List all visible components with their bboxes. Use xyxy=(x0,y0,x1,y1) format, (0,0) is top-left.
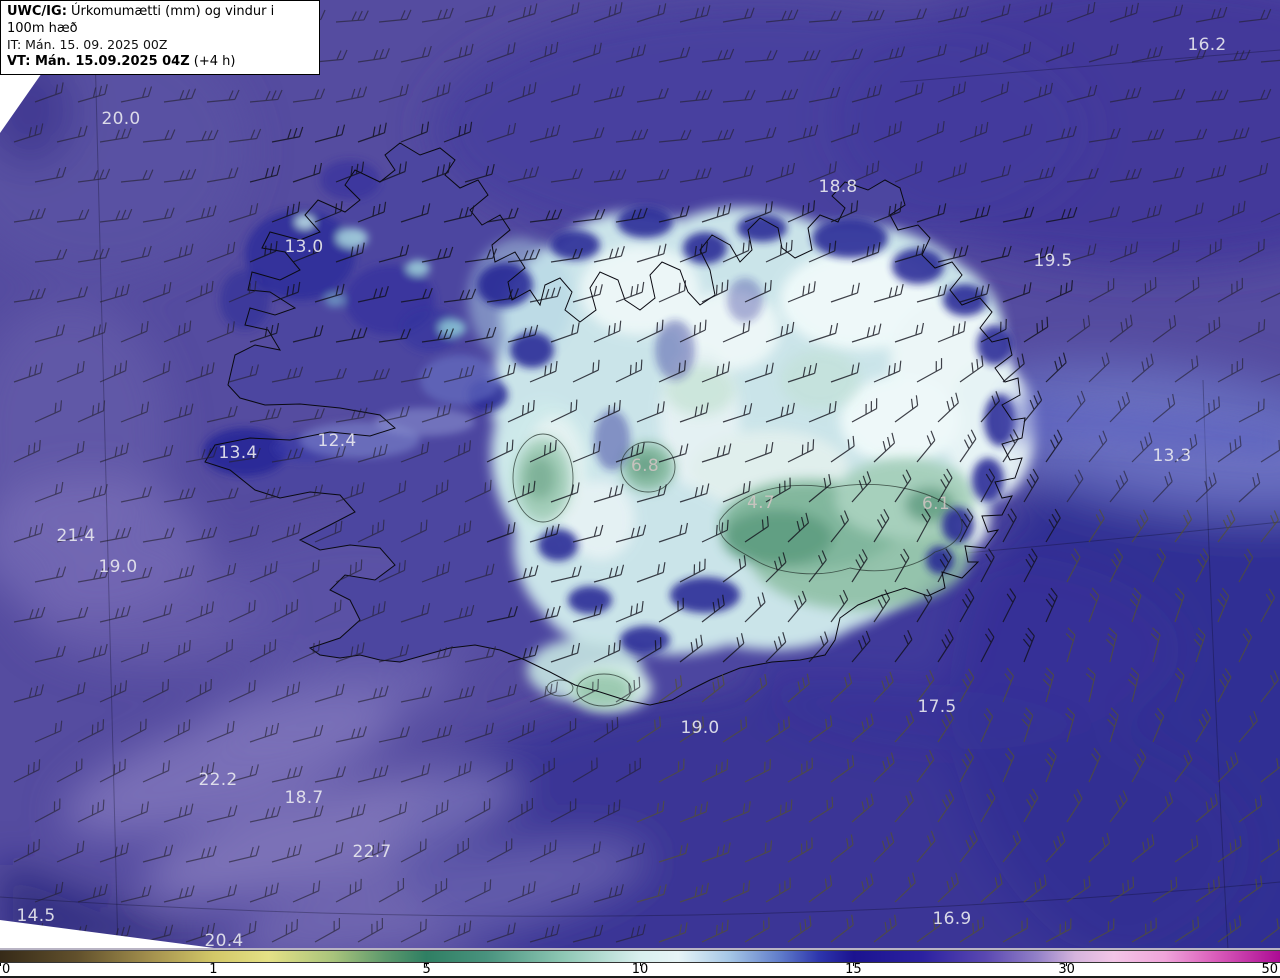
map-value-label: 16.2 xyxy=(1187,35,1227,55)
colorbar-tickmark xyxy=(212,963,214,966)
map-value-label: 19.0 xyxy=(680,718,720,738)
map-value-label: 22.7 xyxy=(352,842,392,862)
map-value-label: 14.5 xyxy=(16,906,56,926)
colorbar-tick-50: 50 xyxy=(1261,962,1278,977)
map-value-label: 20.0 xyxy=(101,109,141,129)
map-value-label: 13.4 xyxy=(218,443,258,463)
colorbar-tickmark xyxy=(0,963,1,966)
colorbar-tickmark xyxy=(852,963,854,966)
colorbar: 0 1 5 10 15 30 50 xyxy=(0,948,1280,978)
map-value-label: 4.7 xyxy=(747,493,775,513)
product-title: UWC/IG: Úrkomumætti (mm) og vindur i 100… xyxy=(7,4,275,36)
colorbar-tick-labels: 0 1 5 10 15 30 50 xyxy=(0,963,1280,978)
colorbar-tickmark xyxy=(426,963,428,966)
title-box: UWC/IG: Úrkomumætti (mm) og vindur i 100… xyxy=(0,0,320,75)
map-value-label: 13.3 xyxy=(1152,446,1192,466)
map-value-label: 16.9 xyxy=(932,909,972,929)
map-value-label: 19.5 xyxy=(1033,251,1073,271)
map-value-label: 21.4 xyxy=(56,526,96,546)
map-value-label: 19.0 xyxy=(98,557,138,577)
map-value-label: 6.1 xyxy=(922,494,950,514)
map-value-label: 22.2 xyxy=(198,770,238,790)
map-value-label: 12.4 xyxy=(317,431,357,451)
valid-time: VT: Mán. 15.09.2025 04Z (+4 h) xyxy=(7,53,236,69)
map-value-label: 18.8 xyxy=(818,177,858,197)
init-time: IT: Mán. 15. 09. 2025 00Z xyxy=(7,37,168,52)
colorbar-tickmark xyxy=(639,963,641,966)
weather-map-frame: 16.2 20.0 18.8 13.0 19.5 12.4 13.4 13.3 6.8 4.7 6.… xyxy=(0,0,1280,978)
colorbar-tick-0: 0 xyxy=(2,962,11,977)
map-value-label: 17.5 xyxy=(917,697,957,717)
colorbar-tickmark xyxy=(1066,963,1068,966)
map-value-label: 13.0 xyxy=(284,237,324,257)
map-value-label: 6.8 xyxy=(631,456,659,476)
map-value-label: 18.7 xyxy=(284,788,324,808)
